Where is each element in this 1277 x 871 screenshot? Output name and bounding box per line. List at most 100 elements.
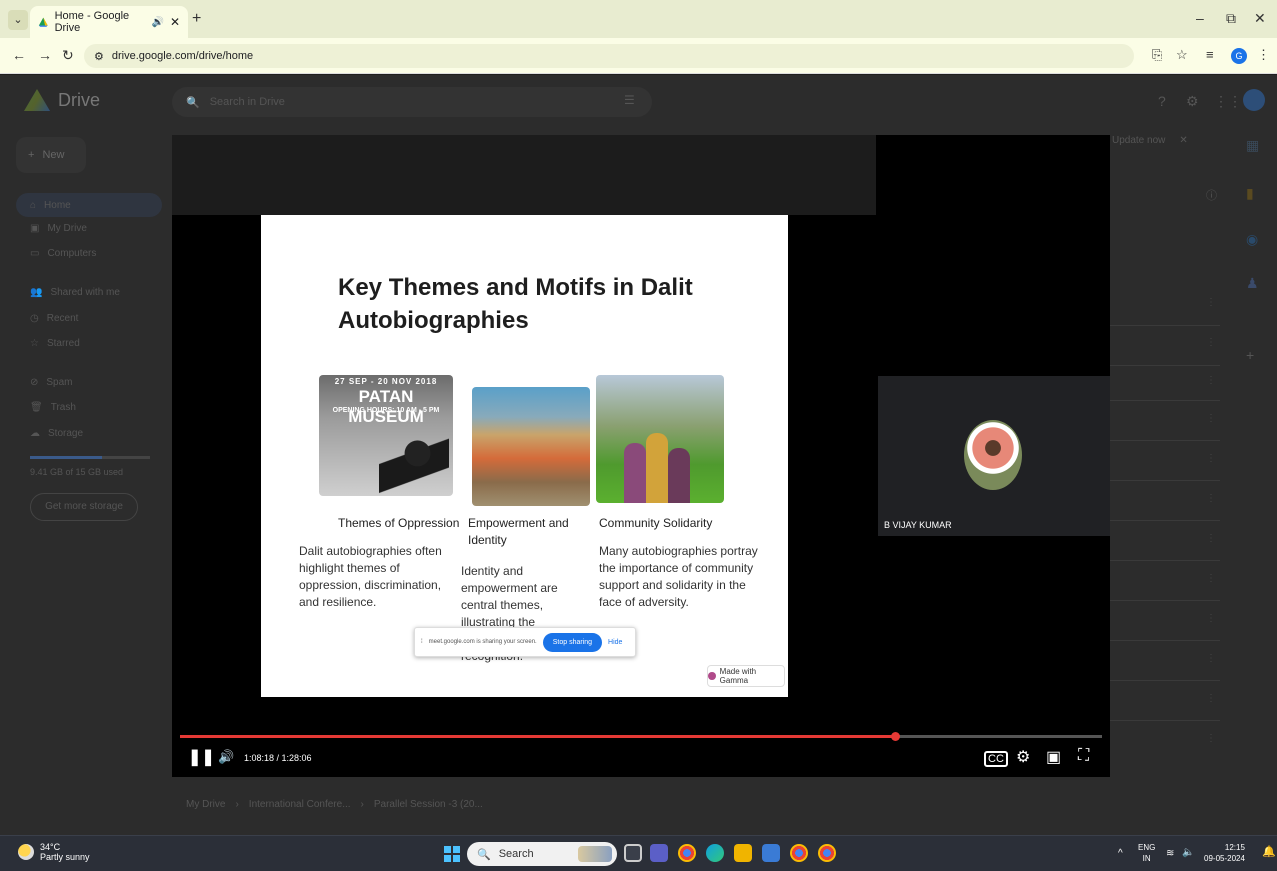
site-info-icon[interactable]: ⚙	[94, 50, 104, 63]
tab-search-button[interactable]: ⌄	[8, 10, 28, 30]
apps-grid-icon[interactable]: ⋮⋮	[1214, 93, 1242, 110]
participant-tile: B VIJAY KUMAR	[878, 376, 1110, 536]
file-row-divider	[1110, 365, 1220, 366]
tray-chevron-icon[interactable]: ^	[1118, 848, 1123, 859]
video-progress-bar[interactable]	[180, 732, 1102, 741]
row-more-icon[interactable]: ⋮	[1206, 413, 1216, 424]
sidebar-item-starred[interactable]: ☆ Starred	[30, 338, 80, 349]
row-more-icon[interactable]: ⋮	[1206, 533, 1216, 544]
sidebar-item-my-drive[interactable]: ▣ My Drive	[30, 223, 87, 234]
home-icon: ⌂	[30, 199, 37, 211]
add-addon-icon[interactable]: +	[1246, 347, 1254, 363]
address-bar[interactable]: ⚙ drive.google.com/drive/home	[84, 44, 1134, 68]
tab-audio-icon[interactable]: 🔊	[151, 17, 163, 28]
row-more-icon[interactable]: ⋮	[1206, 375, 1216, 386]
captions-icon[interactable]: CC	[984, 751, 1008, 767]
search-options-icon[interactable]: ☰	[624, 93, 635, 107]
sidebar-item-computers[interactable]: ▭ Computers	[30, 248, 96, 259]
new-button[interactable]: + New	[16, 137, 86, 173]
sidebar-item-recent[interactable]: ◷ Recent	[30, 313, 78, 324]
file-explorer-icon[interactable]	[734, 844, 752, 862]
store-icon[interactable]	[762, 844, 780, 862]
patan-museum-poster-image: 27 SEP - 20 NOV 2018 PATAN MUSEUM OPENIN…	[319, 375, 453, 496]
breadcrumb-item[interactable]: My Drive	[186, 799, 225, 810]
chrome-profile-2-icon[interactable]	[818, 844, 836, 862]
row-more-icon[interactable]: ⋮	[1206, 453, 1216, 464]
video-player[interactable]: Key Themes and Motifs in Dalit Autobiogr…	[172, 135, 1110, 777]
chevron-right-icon: ›	[235, 799, 239, 810]
clock-icon: ◷	[30, 313, 39, 324]
my-drive-icon: ▣	[30, 223, 40, 234]
settings-gear-icon[interactable]: ⚙	[1186, 93, 1199, 110]
share-message: meet.google.com is sharing your screen.	[428, 639, 537, 645]
back-icon[interactable]: ←	[12, 47, 26, 63]
column-heading-solidarity: Community Solidarity	[599, 516, 713, 530]
help-icon[interactable]: ?	[1158, 93, 1166, 109]
drive-search-input[interactable]: 🔍 Search in Drive	[172, 87, 652, 117]
drag-handle-icon[interactable]: ⁞	[421, 639, 423, 645]
teams-icon[interactable]	[650, 844, 668, 862]
pause-icon[interactable]: ❚❚	[188, 747, 215, 767]
row-more-icon[interactable]: ⋮	[1206, 613, 1216, 624]
row-more-icon[interactable]: ⋮	[1206, 653, 1216, 664]
reload-icon[interactable]: ↻	[62, 47, 74, 64]
weather-widget[interactable]: 34°C Partly sunny	[18, 842, 90, 862]
browser-tab-active[interactable]: Home - Google Drive 🔊 ✕	[30, 6, 188, 38]
speaker-icon[interactable]: 🔈	[1182, 847, 1194, 858]
file-row-divider	[1110, 560, 1220, 561]
update-now-link[interactable]: Update now	[1112, 135, 1165, 146]
restore-icon[interactable]: ⧉	[1226, 10, 1236, 27]
row-more-icon[interactable]: ⋮	[1206, 693, 1216, 704]
windows-start-icon[interactable]	[444, 846, 460, 862]
row-more-icon[interactable]: ⋮	[1206, 733, 1216, 744]
tasks-icon[interactable]: ◉	[1246, 231, 1258, 248]
sidebar-item-shared[interactable]: 👥 Shared with me	[30, 287, 120, 298]
hide-button[interactable]: Hide	[608, 639, 622, 646]
progress-scrubber[interactable]	[890, 732, 900, 741]
new-tab-button[interactable]: +	[192, 10, 201, 28]
row-more-icon[interactable]: ⋮	[1206, 297, 1216, 308]
cast-icon[interactable]: ⎘	[1152, 47, 1162, 63]
profile-avatar[interactable]: G	[1231, 48, 1247, 64]
breadcrumb-item[interactable]: Parallel Session -3 (20...	[374, 799, 483, 810]
sidebar-item-trash[interactable]: 🗑 Trash	[30, 402, 76, 413]
row-more-icon[interactable]: ⋮	[1206, 337, 1216, 348]
edge-icon[interactable]	[706, 844, 724, 862]
chrome-profile-icon[interactable]	[790, 844, 808, 862]
task-view-icon[interactable]	[624, 844, 642, 862]
miniplayer-icon[interactable]: ▣	[1046, 747, 1061, 767]
made-with-gamma-badge[interactable]: Made with Gamma	[707, 665, 785, 687]
bookmark-star-icon[interactable]: ☆	[1176, 47, 1188, 63]
volume-icon[interactable]: 🔊	[218, 749, 234, 765]
account-avatar[interactable]	[1243, 89, 1265, 111]
get-more-storage-button[interactable]: Get more storage	[30, 493, 138, 521]
sidebar-item-home[interactable]: ⌂ Home	[16, 193, 162, 217]
clock[interactable]: 12:15 09-05-2024	[1204, 842, 1245, 864]
browser-menu-icon[interactable]: ⋮	[1257, 47, 1270, 63]
breadcrumb-item[interactable]: International Confere...	[249, 799, 351, 810]
drive-logo[interactable]: Drive	[24, 89, 100, 111]
language-indicator[interactable]: ENG IN	[1138, 842, 1155, 864]
wifi-icon[interactable]: ≋	[1166, 848, 1174, 859]
sidebar-item-spam[interactable]: ⊘ Spam	[30, 377, 73, 388]
chrome-icon[interactable]	[678, 844, 696, 862]
minimize-icon[interactable]: –	[1196, 10, 1204, 26]
media-control-icon[interactable]: ≡	[1206, 47, 1214, 62]
keep-icon[interactable]: ▮	[1246, 185, 1254, 202]
time-display: 1:08:18 / 1:28:06	[244, 753, 312, 763]
settings-icon[interactable]: ⚙	[1016, 747, 1030, 767]
info-icon[interactable]: ⓘ	[1206, 187, 1217, 203]
sidebar-item-storage[interactable]: ☁ Storage	[30, 428, 83, 439]
forward-icon[interactable]: →	[38, 47, 52, 63]
notification-bell-icon[interactable]: 🔔	[1262, 847, 1276, 858]
storage-text: 9.41 GB of 15 GB used	[30, 467, 124, 477]
close-window-icon[interactable]: ✕	[1254, 10, 1266, 27]
stop-sharing-button[interactable]: Stop sharing	[542, 632, 603, 652]
row-more-icon[interactable]: ⋮	[1206, 573, 1216, 584]
fullscreen-icon[interactable]: ⛶	[1078, 747, 1089, 765]
dismiss-icon[interactable]: ✕	[1179, 135, 1187, 146]
contacts-icon[interactable]: ♟	[1246, 275, 1259, 292]
tab-close-icon[interactable]: ✕	[170, 15, 180, 29]
row-more-icon[interactable]: ⋮	[1206, 493, 1216, 504]
calendar-icon[interactable]: ▦	[1246, 137, 1259, 154]
